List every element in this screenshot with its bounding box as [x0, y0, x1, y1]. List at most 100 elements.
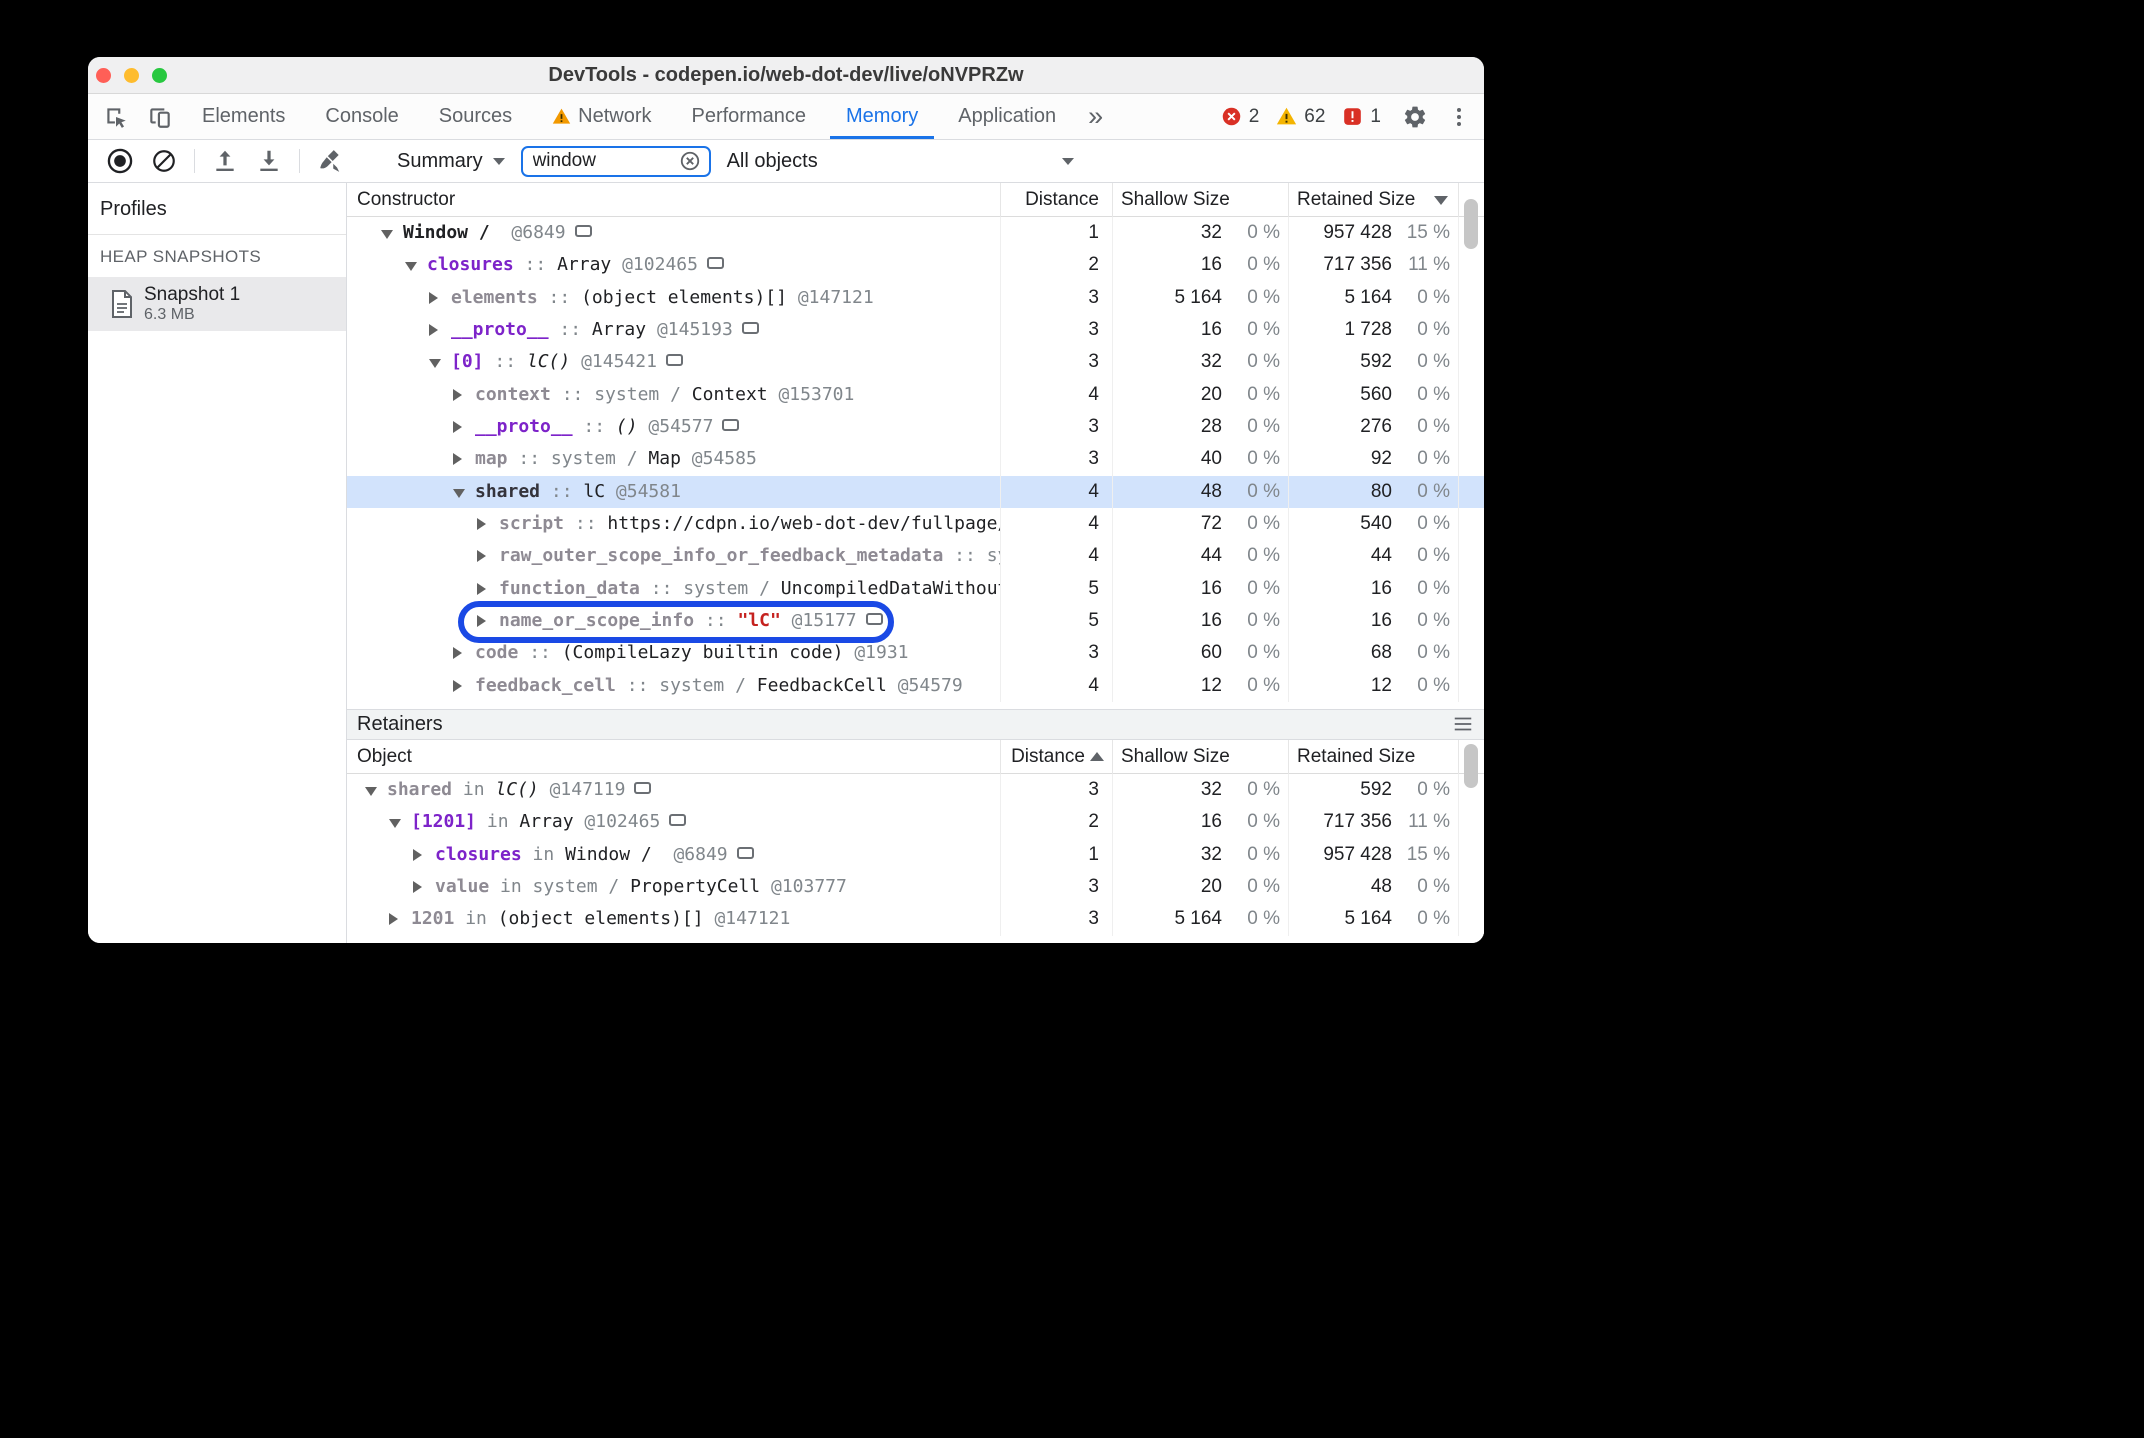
collapse-arrow-icon[interactable]	[381, 230, 393, 239]
value-part: @145421	[581, 351, 657, 373]
tab-elements[interactable]: Elements	[182, 94, 305, 139]
collapse-arrow-icon[interactable]	[365, 786, 377, 796]
tab-application[interactable]: Application	[938, 94, 1076, 139]
collapse-arrow-icon[interactable]	[453, 488, 465, 498]
reveal-icon[interactable]	[669, 814, 687, 827]
expand-arrow-icon[interactable]	[453, 420, 462, 433]
column-header-shallow-size[interactable]: Shallow Size	[1112, 739, 1288, 774]
distance-cell: 3	[1000, 773, 1112, 807]
retained-size-cell: 12 0 %	[1288, 669, 1458, 702]
constructor-row[interactable]: raw_outer_scope_info_or_feedback_metadat…	[347, 540, 1484, 573]
collapse-arrow-icon[interactable]	[389, 819, 401, 829]
constructor-row[interactable]: context :: system / Context @153701 4 20 0 …	[347, 378, 1484, 411]
constructor-row[interactable]: elements :: (object elements)[] @147121 3…	[347, 281, 1484, 314]
constructor-row[interactable]: __proto__ :: Array @145193 3 16 0 % 1 728 0 %	[347, 313, 1484, 347]
save-profile-button[interactable]	[247, 142, 291, 180]
desktop-background: DevTools - codepen.io/web-dot-dev/live/o…	[0, 0, 2144, 1438]
expand-arrow-icon[interactable]	[453, 647, 462, 660]
tab-sources[interactable]: Sources	[419, 94, 532, 139]
console-warnings-badge[interactable]: 62	[1271, 106, 1330, 128]
clear-profiles-button[interactable]	[142, 142, 186, 180]
tab-console[interactable]: Console	[305, 94, 418, 139]
scrollbar-thumb[interactable]	[1464, 743, 1478, 788]
reveal-icon[interactable]	[634, 781, 652, 794]
column-header-distance[interactable]: Distance	[1000, 739, 1112, 774]
retainer-row[interactable]: shared in lC() @147119 3 32 0 % 592 0 %	[347, 773, 1484, 807]
reveal-icon[interactable]	[865, 612, 883, 625]
expand-arrow-icon[interactable]	[389, 913, 398, 926]
constructor-row[interactable]: [0] :: lC() @145421 3 32 0 % 592 0 %	[347, 346, 1484, 379]
reveal-icon[interactable]	[574, 225, 592, 237]
tab-network[interactable]: Network	[532, 94, 671, 139]
take-snapshot-button[interactable]	[98, 142, 142, 180]
expand-arrow-icon[interactable]	[477, 550, 486, 563]
console-errors-badge[interactable]: 2	[1216, 106, 1265, 128]
clear-icon	[680, 151, 699, 171]
column-header-retained-size[interactable]: Retained Size	[1288, 183, 1458, 217]
constructor-row[interactable]: script :: https://cdpn.io/web-dot-dev/fu…	[347, 507, 1484, 541]
collapse-arrow-icon[interactable]	[429, 359, 441, 369]
clear-view-button[interactable]	[308, 142, 352, 180]
perspective-select[interactable]: Summary	[397, 150, 505, 173]
shallow-size-cell: 16 0 %	[1112, 604, 1288, 638]
reveal-icon[interactable]	[706, 257, 724, 270]
constructor-row[interactable]: shared :: lC @54581 4 48 0 % 80 0 %	[347, 475, 1484, 508]
value-part: @147121	[714, 908, 791, 930]
tab-memory[interactable]: Memory	[826, 94, 938, 139]
devtools-window: DevTools - codepen.io/web-dot-dev/live/o…	[88, 57, 1484, 943]
constructor-row[interactable]: function_data :: system / UncompiledData…	[347, 572, 1484, 605]
device-toolbar-button[interactable]	[138, 94, 182, 139]
reveal-icon[interactable]	[741, 321, 759, 334]
constructor-row[interactable]: name_or_scope_info :: "lC" @15177 5 16 0 % 1…	[347, 604, 1484, 638]
settings-button[interactable]	[1393, 104, 1437, 130]
more-tabs-button[interactable]: »	[1076, 94, 1115, 139]
clear-search-button[interactable]	[679, 150, 701, 172]
retainers-menu-button[interactable]	[1452, 713, 1474, 735]
arrow-slot	[477, 582, 499, 595]
arrow-slot	[453, 488, 475, 498]
retainer-row[interactable]: value in system / PropertyCell @103777 3 2…	[347, 870, 1484, 904]
constructor-row[interactable]: closures :: Array @102465 2 16 0 % 717 356 11…	[347, 249, 1484, 282]
column-header-distance[interactable]: Distance	[1000, 183, 1112, 217]
expand-arrow-icon[interactable]	[413, 848, 422, 861]
retainer-row[interactable]: 1201 in (object elements)[] @147121 3 5 16…	[347, 903, 1484, 936]
reveal-icon[interactable]	[665, 354, 683, 367]
scrollbar-gutter	[1458, 540, 1484, 573]
scrollbar-gutter	[1458, 378, 1484, 411]
column-header-object[interactable]: Object	[347, 740, 1000, 774]
expand-arrow-icon[interactable]	[453, 679, 462, 692]
expand-arrow-icon[interactable]	[429, 323, 438, 336]
constructor-row[interactable]: code :: (CompileLazy builtin code) @1931…	[347, 637, 1484, 670]
constructor-row[interactable]: map :: system / Map @54585 3 40 0 % 92 0 %	[347, 443, 1484, 476]
expand-arrow-icon[interactable]	[413, 880, 422, 893]
load-profile-button[interactable]	[203, 142, 247, 180]
reveal-icon[interactable]	[736, 846, 754, 859]
expand-arrow-icon[interactable]	[477, 582, 486, 595]
issues-badge[interactable]: 1	[1337, 106, 1386, 128]
constructor-row[interactable]: __proto__ :: () @54577 3 28 0 % 276 0 %	[347, 410, 1484, 444]
object-filter-select[interactable]: All objects	[727, 150, 1082, 173]
sidebar-item-snapshot-1[interactable]: Snapshot 1 6.3 MB	[88, 277, 346, 331]
constructor-row[interactable]: feedback_cell :: system / FeedbackCell @…	[347, 669, 1484, 702]
reveal-icon[interactable]	[722, 418, 740, 431]
tab-performance[interactable]: Performance	[672, 94, 827, 139]
expand-arrow-icon[interactable]	[453, 453, 462, 466]
expand-arrow-icon[interactable]	[429, 291, 438, 304]
retainer-row[interactable]: [1201] in Array @102465 2 16 0 % 717 356 11 %	[347, 806, 1484, 839]
collapse-arrow-icon[interactable]	[405, 262, 417, 272]
column-header-retained-size[interactable]: Retained Size	[1288, 739, 1458, 774]
column-header-shallow-size[interactable]: Shallow Size	[1112, 183, 1288, 217]
inspect-element-button[interactable]	[94, 94, 138, 139]
value-part: system /	[532, 875, 631, 897]
scrollbar-thumb[interactable]	[1464, 199, 1478, 249]
expand-arrow-icon[interactable]	[477, 517, 486, 530]
retainer-row[interactable]: closures in Window / @6849 1 32 0 % 957 428 1…	[347, 838, 1484, 871]
column-header-constructor[interactable]: Constructor	[347, 183, 1000, 217]
shallow-size-cell: 28 0 %	[1112, 410, 1288, 444]
expand-arrow-icon[interactable]	[477, 614, 486, 627]
menu-button[interactable]	[1444, 105, 1474, 129]
perspective-select-label: Summary	[397, 149, 483, 172]
class-filter-input[interactable]	[532, 150, 679, 172]
constructor-row[interactable]: Window / @6849 1 32 0 % 957 428 15 %	[347, 217, 1484, 250]
expand-arrow-icon[interactable]	[453, 388, 462, 401]
